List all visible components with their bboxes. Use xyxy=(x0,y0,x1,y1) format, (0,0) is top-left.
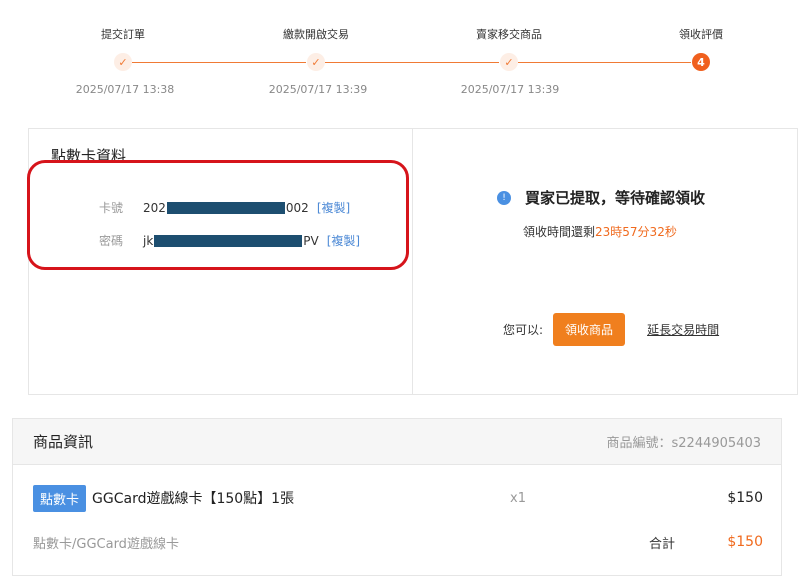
product-name[interactable]: GGCard遊戲線卡【150點】1張 xyxy=(92,488,294,508)
step-connector xyxy=(132,62,306,63)
product-info-panel: 商品資訊 商品編號：s2244905403 點數卡 GGCard遊戲線卡【150… xyxy=(12,418,782,576)
receive-goods-button[interactable]: 領收商品 xyxy=(553,313,626,346)
product-type-tag: 點數卡 xyxy=(33,484,87,512)
step-label-payment: 繳款開啟交易 xyxy=(283,28,349,41)
step-connector xyxy=(325,62,499,63)
step-time-payment: 2025/07/17 13:39 xyxy=(268,83,368,96)
countdown-prefix: 領收時間還剩 xyxy=(523,225,596,239)
product-price: $150 xyxy=(727,490,763,506)
product-row: 點數卡 GGCard遊戲線卡【150點】1張 x1 $150 xyxy=(33,484,763,512)
status-actions: 您可以: 領收商品 延長交易時間 xyxy=(503,313,719,346)
total-value: $150 xyxy=(727,534,763,550)
receive-countdown: 領收時間還剩23時57分32秒 xyxy=(523,223,677,240)
info-icon: ! xyxy=(497,190,511,205)
highlight-annotation xyxy=(27,160,409,270)
product-info-title: 商品資訊 xyxy=(33,433,94,451)
product-category-row: 點數卡/GGCard遊戲線卡 合計 $150 xyxy=(33,531,763,553)
actions-prefix: 您可以: xyxy=(503,323,544,337)
extend-transaction-time-link[interactable]: 延長交易時間 xyxy=(647,321,719,338)
countdown-value: 23時57分32秒 xyxy=(595,225,677,239)
step-label-receive-review: 領收評價 xyxy=(679,28,723,41)
step-time-handover: 2025/07/17 13:39 xyxy=(460,83,560,96)
order-status-panel: ! 買家已提取，等待確認領收 領收時間還剩23時57分32秒 您可以: 領收商品… xyxy=(413,128,798,395)
step-connector xyxy=(518,62,691,63)
step-label-handover: 賣家移交商品 xyxy=(476,28,542,41)
total-label: 合計 xyxy=(649,536,676,552)
status-message: 買家已提取，等待確認領收 xyxy=(525,189,706,207)
step-current-number: 4 xyxy=(692,53,710,71)
step-time-submit: 2025/07/17 13:38 xyxy=(75,83,175,96)
step-done-check-icon: ✓ xyxy=(500,53,518,71)
product-quantity: x1 xyxy=(510,490,526,506)
order-progress-stepper: 提交訂單 ✓ 2025/07/17 13:38 繳款開啟交易 ✓ 2025/07… xyxy=(0,0,801,110)
status-heading: ! 買家已提取，等待確認領收 xyxy=(497,187,705,208)
product-info-header: 商品資訊 商品編號：s2244905403 xyxy=(13,419,781,465)
step-done-check-icon: ✓ xyxy=(307,53,325,71)
product-category: 點數卡/GGCard遊戲線卡 xyxy=(33,536,179,552)
product-code: 商品編號：s2244905403 xyxy=(606,436,761,451)
step-done-check-icon: ✓ xyxy=(114,53,132,71)
step-label-submit: 提交訂單 xyxy=(101,28,145,41)
